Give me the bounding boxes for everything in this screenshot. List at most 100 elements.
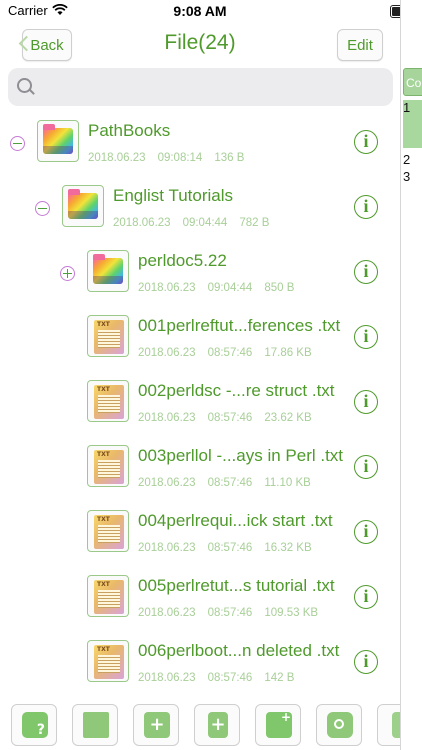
folder-icon (37, 120, 79, 162)
item-date: 2018.06.23 (88, 152, 146, 164)
file-row[interactable]: 003perllol -...ays in Perl .txt 2018.06.2… (0, 437, 400, 502)
folder-icon (87, 250, 129, 292)
add-image-button[interactable] (255, 704, 301, 746)
status-time: 9:08 AM (173, 3, 227, 19)
navigation-bar: Back File(24) Edit (0, 22, 400, 66)
line-number: 2 (403, 152, 411, 167)
item-time: 09:04:44 (182, 217, 228, 229)
info-icon[interactable]: i (354, 650, 378, 674)
item-time: 08:57:46 (207, 542, 253, 554)
item-meta: 2018.06.23 09:04:44 782 B (113, 217, 269, 229)
status-bar: Carrier 9:08 AM (0, 0, 400, 22)
item-size: 17.86 KB (264, 347, 312, 359)
folder-row[interactable]: PathBooks 2018.06.23 09:08:14 136 B i (0, 112, 400, 177)
sort-help-button[interactable] (11, 704, 57, 746)
doc-art (94, 320, 124, 354)
item-time: 08:57:46 (207, 477, 253, 489)
file-row[interactable]: 005perlretut...s tutorial .txt 2018.06.23… (0, 567, 400, 632)
text-file-icon (87, 315, 129, 357)
folder-row[interactable]: perldoc5.22 2018.06.23 09:04:44 850 B i (0, 242, 400, 307)
folder-row[interactable]: Englist Tutorials 2018.06.23 09:04:44 782 B… (0, 177, 400, 242)
info-icon[interactable]: i (354, 325, 378, 349)
new-file-button[interactable] (194, 704, 240, 746)
item-meta: 2018.06.23 08:57:46 23.62 KB (138, 412, 312, 424)
info-icon[interactable]: i (354, 260, 378, 284)
item-name: 005perlretut...s tutorial .txt (138, 576, 335, 595)
doc-art (94, 515, 124, 549)
sort-help-icon (22, 712, 48, 738)
info-icon[interactable]: i (354, 520, 378, 544)
item-meta: 2018.06.23 08:57:46 16.32 KB (138, 542, 312, 554)
search-input[interactable] (38, 68, 382, 108)
text-file-icon (87, 445, 129, 487)
collapse-toggle-icon[interactable] (35, 201, 50, 216)
folder-art (93, 254, 123, 284)
file-row[interactable]: 004perlrequi...ick start .txt 2018.06.23 0… (0, 502, 400, 567)
item-size: 136 B (214, 152, 245, 164)
image-document-button[interactable] (377, 704, 400, 746)
item-size: 16.32 KB (264, 542, 312, 554)
camera-button[interactable] (316, 704, 362, 746)
item-meta: 2018.06.23 08:57:46 11.10 KB (138, 477, 311, 489)
info-icon[interactable]: i (354, 390, 378, 414)
image-document-icon (392, 712, 400, 738)
item-name: PathBooks (88, 121, 171, 140)
item-date: 2018.06.23 (113, 217, 171, 229)
item-name: 006perlboot...n deleted .txt (138, 641, 340, 660)
new-folder-button[interactable] (133, 704, 179, 746)
item-time: 08:57:46 (207, 672, 253, 684)
text-file-icon (87, 380, 129, 422)
folder-art (68, 189, 98, 219)
info-icon[interactable]: i (354, 455, 378, 479)
item-size: 782 B (239, 217, 270, 229)
item-date: 2018.06.23 (138, 477, 196, 489)
new-file-icon (208, 712, 228, 738)
item-date: 2018.06.23 (138, 347, 196, 359)
item-date: 2018.06.23 (138, 672, 196, 684)
open-folder-icon (83, 712, 109, 738)
item-time: 09:08:14 (157, 152, 203, 164)
search-icon (17, 78, 32, 93)
item-size: 109.53 KB (264, 607, 319, 619)
item-meta: 2018.06.23 09:04:44 850 B (138, 282, 294, 294)
item-meta: 2018.06.23 08:57:46 109.53 KB (138, 607, 318, 619)
edit-button[interactable]: Edit (337, 29, 383, 61)
item-meta: 2018.06.23 09:08:14 136 B (88, 152, 244, 164)
side-panel: Co 1 2 3 (400, 0, 422, 750)
doc-art (94, 580, 124, 614)
text-file-icon (87, 640, 129, 682)
file-row[interactable]: 002perldsc -...re struct .txt 2018.06.23 0… (0, 372, 400, 437)
expand-toggle-icon[interactable] (60, 266, 75, 281)
item-name: 003perllol -...ays in Perl .txt (138, 446, 344, 465)
item-date: 2018.06.23 (138, 607, 196, 619)
item-size: 11.10 KB (264, 477, 311, 489)
new-folder-icon (144, 712, 170, 738)
item-meta: 2018.06.23 08:57:46 142 B (138, 672, 294, 684)
file-browser-screen: Carrier 9:08 AM Back File(24) Edit PathB… (0, 0, 400, 750)
open-folder-button[interactable] (72, 704, 118, 746)
camera-icon (327, 712, 353, 738)
collapse-toggle-icon[interactable] (10, 136, 25, 151)
item-date: 2018.06.23 (138, 282, 196, 294)
item-size: 142 B (264, 672, 295, 684)
info-icon[interactable]: i (354, 585, 378, 609)
file-row[interactable]: 006perlboot...n deleted .txt 2018.06.23 08… (0, 632, 400, 697)
side-panel-tab[interactable]: Co (403, 68, 422, 96)
item-name: perldoc5.22 (138, 251, 227, 270)
item-name: Englist Tutorials (113, 186, 233, 205)
text-file-icon (87, 510, 129, 552)
folder-icon (62, 185, 104, 227)
info-icon[interactable]: i (354, 130, 378, 154)
line-number: 3 (403, 169, 411, 184)
search-bar[interactable] (8, 68, 393, 108)
item-name: 004perlrequi...ick start .txt (138, 511, 333, 530)
item-time: 08:57:46 (207, 347, 253, 359)
item-size: 23.62 KB (264, 412, 312, 424)
file-row[interactable]: 001perlreftut...ferences .txt 2018.06.23 0… (0, 307, 400, 372)
item-meta: 2018.06.23 08:57:46 17.86 KB (138, 347, 312, 359)
item-name: 002perldsc -...re struct .txt (138, 381, 335, 400)
line-number: 1 (403, 100, 411, 115)
item-time: 08:57:46 (207, 607, 253, 619)
info-icon[interactable]: i (354, 195, 378, 219)
doc-art (94, 450, 124, 484)
